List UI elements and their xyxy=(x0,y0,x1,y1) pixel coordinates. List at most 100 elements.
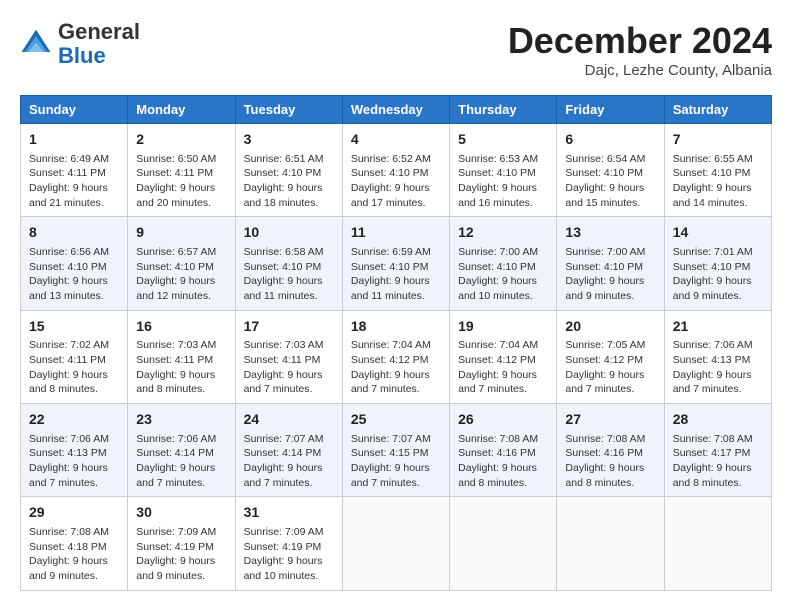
calendar-cell: 6Sunrise: 6:54 AM Sunset: 4:10 PM Daylig… xyxy=(557,124,664,217)
day-number: 11 xyxy=(351,223,441,243)
day-number: 8 xyxy=(29,223,119,243)
day-number: 16 xyxy=(136,317,226,337)
day-info: Sunrise: 6:52 AM Sunset: 4:10 PM Dayligh… xyxy=(351,152,441,211)
calendar-cell: 17Sunrise: 7:03 AM Sunset: 4:11 PM Dayli… xyxy=(235,310,342,403)
day-number: 5 xyxy=(458,130,548,150)
calendar-cell: 28Sunrise: 7:08 AM Sunset: 4:17 PM Dayli… xyxy=(664,404,771,497)
day-info: Sunrise: 7:09 AM Sunset: 4:19 PM Dayligh… xyxy=(244,525,334,584)
day-info: Sunrise: 7:08 AM Sunset: 4:17 PM Dayligh… xyxy=(673,432,763,491)
day-info: Sunrise: 7:08 AM Sunset: 4:18 PM Dayligh… xyxy=(29,525,119,584)
calendar-cell: 14Sunrise: 7:01 AM Sunset: 4:10 PM Dayli… xyxy=(664,217,771,310)
title-block: December 2024 Dajc, Lezhe County, Albani… xyxy=(508,20,772,79)
day-info: Sunrise: 7:06 AM Sunset: 4:13 PM Dayligh… xyxy=(673,338,763,397)
calendar-cell: 21Sunrise: 7:06 AM Sunset: 4:13 PM Dayli… xyxy=(664,310,771,403)
calendar-cell: 31Sunrise: 7:09 AM Sunset: 4:19 PM Dayli… xyxy=(235,497,342,590)
weekday-header-row: SundayMondayTuesdayWednesdayThursdayFrid… xyxy=(21,96,772,124)
day-info: Sunrise: 7:07 AM Sunset: 4:14 PM Dayligh… xyxy=(244,432,334,491)
day-info: Sunrise: 6:57 AM Sunset: 4:10 PM Dayligh… xyxy=(136,245,226,304)
calendar-cell: 3Sunrise: 6:51 AM Sunset: 4:10 PM Daylig… xyxy=(235,124,342,217)
calendar-cell: 11Sunrise: 6:59 AM Sunset: 4:10 PM Dayli… xyxy=(342,217,449,310)
calendar-cell: 12Sunrise: 7:00 AM Sunset: 4:10 PM Dayli… xyxy=(450,217,557,310)
day-number: 25 xyxy=(351,410,441,430)
calendar-cell: 16Sunrise: 7:03 AM Sunset: 4:11 PM Dayli… xyxy=(128,310,235,403)
day-number: 24 xyxy=(244,410,334,430)
day-info: Sunrise: 7:05 AM Sunset: 4:12 PM Dayligh… xyxy=(565,338,655,397)
calendar-cell xyxy=(664,497,771,590)
day-number: 23 xyxy=(136,410,226,430)
calendar-cell: 8Sunrise: 6:56 AM Sunset: 4:10 PM Daylig… xyxy=(21,217,128,310)
day-info: Sunrise: 7:03 AM Sunset: 4:11 PM Dayligh… xyxy=(244,338,334,397)
day-number: 12 xyxy=(458,223,548,243)
calendar-cell: 4Sunrise: 6:52 AM Sunset: 4:10 PM Daylig… xyxy=(342,124,449,217)
day-info: Sunrise: 7:09 AM Sunset: 4:19 PM Dayligh… xyxy=(136,525,226,584)
calendar-cell: 19Sunrise: 7:04 AM Sunset: 4:12 PM Dayli… xyxy=(450,310,557,403)
logo-text: General Blue xyxy=(58,20,140,68)
day-number: 6 xyxy=(565,130,655,150)
day-number: 9 xyxy=(136,223,226,243)
day-number: 22 xyxy=(29,410,119,430)
day-number: 26 xyxy=(458,410,548,430)
day-info: Sunrise: 7:06 AM Sunset: 4:14 PM Dayligh… xyxy=(136,432,226,491)
day-number: 18 xyxy=(351,317,441,337)
weekday-header-saturday: Saturday xyxy=(664,96,771,124)
calendar-cell: 30Sunrise: 7:09 AM Sunset: 4:19 PM Dayli… xyxy=(128,497,235,590)
day-number: 10 xyxy=(244,223,334,243)
day-number: 21 xyxy=(673,317,763,337)
location-subtitle: Dajc, Lezhe County, Albania xyxy=(508,62,772,79)
day-number: 27 xyxy=(565,410,655,430)
day-number: 4 xyxy=(351,130,441,150)
weekday-header-wednesday: Wednesday xyxy=(342,96,449,124)
day-info: Sunrise: 7:04 AM Sunset: 4:12 PM Dayligh… xyxy=(351,338,441,397)
day-info: Sunrise: 7:04 AM Sunset: 4:12 PM Dayligh… xyxy=(458,338,548,397)
weekday-header-tuesday: Tuesday xyxy=(235,96,342,124)
day-info: Sunrise: 7:01 AM Sunset: 4:10 PM Dayligh… xyxy=(673,245,763,304)
day-info: Sunrise: 6:50 AM Sunset: 4:11 PM Dayligh… xyxy=(136,152,226,211)
day-info: Sunrise: 6:54 AM Sunset: 4:10 PM Dayligh… xyxy=(565,152,655,211)
calendar-cell xyxy=(557,497,664,590)
day-info: Sunrise: 6:51 AM Sunset: 4:10 PM Dayligh… xyxy=(244,152,334,211)
weekday-header-monday: Monday xyxy=(128,96,235,124)
day-number: 2 xyxy=(136,130,226,150)
calendar-cell: 23Sunrise: 7:06 AM Sunset: 4:14 PM Dayli… xyxy=(128,404,235,497)
day-info: Sunrise: 7:02 AM Sunset: 4:11 PM Dayligh… xyxy=(29,338,119,397)
calendar-cell xyxy=(450,497,557,590)
calendar-cell: 1Sunrise: 6:49 AM Sunset: 4:11 PM Daylig… xyxy=(21,124,128,217)
day-info: Sunrise: 6:55 AM Sunset: 4:10 PM Dayligh… xyxy=(673,152,763,211)
day-number: 17 xyxy=(244,317,334,337)
calendar-cell: 2Sunrise: 6:50 AM Sunset: 4:11 PM Daylig… xyxy=(128,124,235,217)
day-info: Sunrise: 6:53 AM Sunset: 4:10 PM Dayligh… xyxy=(458,152,548,211)
calendar-cell: 27Sunrise: 7:08 AM Sunset: 4:16 PM Dayli… xyxy=(557,404,664,497)
day-info: Sunrise: 7:00 AM Sunset: 4:10 PM Dayligh… xyxy=(458,245,548,304)
calendar-cell: 20Sunrise: 7:05 AM Sunset: 4:12 PM Dayli… xyxy=(557,310,664,403)
day-info: Sunrise: 7:06 AM Sunset: 4:13 PM Dayligh… xyxy=(29,432,119,491)
day-number: 28 xyxy=(673,410,763,430)
day-number: 15 xyxy=(29,317,119,337)
calendar-week-1: 1Sunrise: 6:49 AM Sunset: 4:11 PM Daylig… xyxy=(21,124,772,217)
day-info: Sunrise: 7:07 AM Sunset: 4:15 PM Dayligh… xyxy=(351,432,441,491)
day-number: 19 xyxy=(458,317,548,337)
logo-icon xyxy=(20,28,52,60)
day-number: 1 xyxy=(29,130,119,150)
calendar-cell: 7Sunrise: 6:55 AM Sunset: 4:10 PM Daylig… xyxy=(664,124,771,217)
calendar-week-3: 15Sunrise: 7:02 AM Sunset: 4:11 PM Dayli… xyxy=(21,310,772,403)
calendar-cell: 25Sunrise: 7:07 AM Sunset: 4:15 PM Dayli… xyxy=(342,404,449,497)
day-number: 3 xyxy=(244,130,334,150)
weekday-header-sunday: Sunday xyxy=(21,96,128,124)
day-number: 20 xyxy=(565,317,655,337)
calendar-cell: 24Sunrise: 7:07 AM Sunset: 4:14 PM Dayli… xyxy=(235,404,342,497)
calendar-cell: 29Sunrise: 7:08 AM Sunset: 4:18 PM Dayli… xyxy=(21,497,128,590)
day-number: 31 xyxy=(244,503,334,523)
calendar-cell: 13Sunrise: 7:00 AM Sunset: 4:10 PM Dayli… xyxy=(557,217,664,310)
day-info: Sunrise: 7:08 AM Sunset: 4:16 PM Dayligh… xyxy=(565,432,655,491)
day-info: Sunrise: 6:49 AM Sunset: 4:11 PM Dayligh… xyxy=(29,152,119,211)
day-info: Sunrise: 6:59 AM Sunset: 4:10 PM Dayligh… xyxy=(351,245,441,304)
day-info: Sunrise: 7:03 AM Sunset: 4:11 PM Dayligh… xyxy=(136,338,226,397)
calendar-week-5: 29Sunrise: 7:08 AM Sunset: 4:18 PM Dayli… xyxy=(21,497,772,590)
calendar-cell: 26Sunrise: 7:08 AM Sunset: 4:16 PM Dayli… xyxy=(450,404,557,497)
day-info: Sunrise: 7:08 AM Sunset: 4:16 PM Dayligh… xyxy=(458,432,548,491)
day-number: 30 xyxy=(136,503,226,523)
month-title: December 2024 xyxy=(508,20,772,62)
day-info: Sunrise: 6:58 AM Sunset: 4:10 PM Dayligh… xyxy=(244,245,334,304)
day-info: Sunrise: 6:56 AM Sunset: 4:10 PM Dayligh… xyxy=(29,245,119,304)
calendar-cell: 10Sunrise: 6:58 AM Sunset: 4:10 PM Dayli… xyxy=(235,217,342,310)
